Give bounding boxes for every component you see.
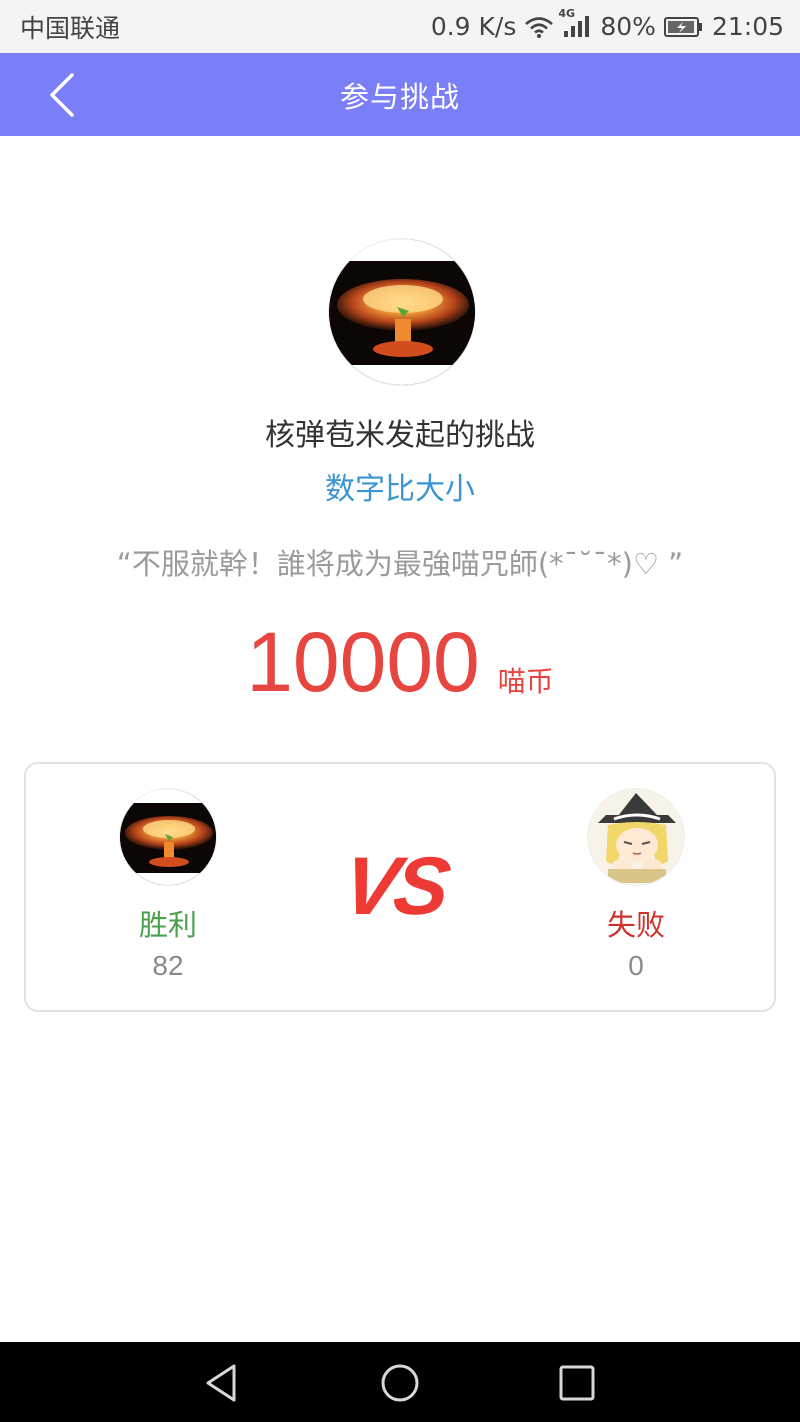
title-bar: 参与挑战 [0, 53, 800, 136]
nav-back-button[interactable] [198, 1360, 244, 1406]
nav-recent-icon [559, 1365, 595, 1401]
wifi-icon [524, 16, 554, 38]
network-type: 4G [558, 6, 576, 20]
stake-amount: 10000 [246, 615, 480, 709]
winner-score: 82 [152, 950, 184, 981]
challenger-avatar[interactable] [328, 238, 476, 386]
stake: 10000 喵币 [0, 620, 800, 704]
chevron-left-icon [50, 73, 74, 117]
navigation-bar [0, 1342, 800, 1422]
vs-card: 胜利 82 VS 失败 0 [24, 762, 776, 1012]
nav-home-button[interactable] [377, 1360, 423, 1406]
battery-percent: 80% [600, 12, 656, 41]
vs-mark: VS [337, 841, 452, 932]
nav-recent-button[interactable] [554, 1360, 600, 1406]
game-type: 数字比大小 [325, 472, 475, 507]
page-title: 参与挑战 [339, 79, 460, 114]
loser-result: 失败 [606, 908, 665, 942]
winner-avatar[interactable] [119, 788, 217, 886]
nav-back-icon [206, 1364, 236, 1402]
challenge-quote: “不服就幹！誰将成为最強喵咒師(*ˉ˘ˉ*)♡ ” [116, 547, 684, 581]
net-speed: 0.9 K/s [430, 12, 517, 41]
nav-home-icon [381, 1364, 419, 1402]
loser-score: 0 [628, 950, 644, 981]
carrier-label: 中国联通 [20, 13, 121, 43]
clock: 21:05 [711, 12, 784, 41]
signal-icon: 4G [558, 7, 592, 39]
winner-result: 胜利 [138, 908, 197, 942]
status-bar: 中国联通 0.9 K/s 4G 80% 21:05 [0, 0, 800, 53]
back-button[interactable] [40, 67, 90, 123]
challenge-title: 核弹苞米发起的挑战 [265, 418, 535, 453]
stake-unit: 喵币 [497, 665, 554, 698]
status-indicators: 0.9 K/s 4G 80% 21:05 [430, 7, 784, 42]
battery-icon [663, 16, 704, 38]
loser-avatar[interactable] [587, 788, 685, 886]
